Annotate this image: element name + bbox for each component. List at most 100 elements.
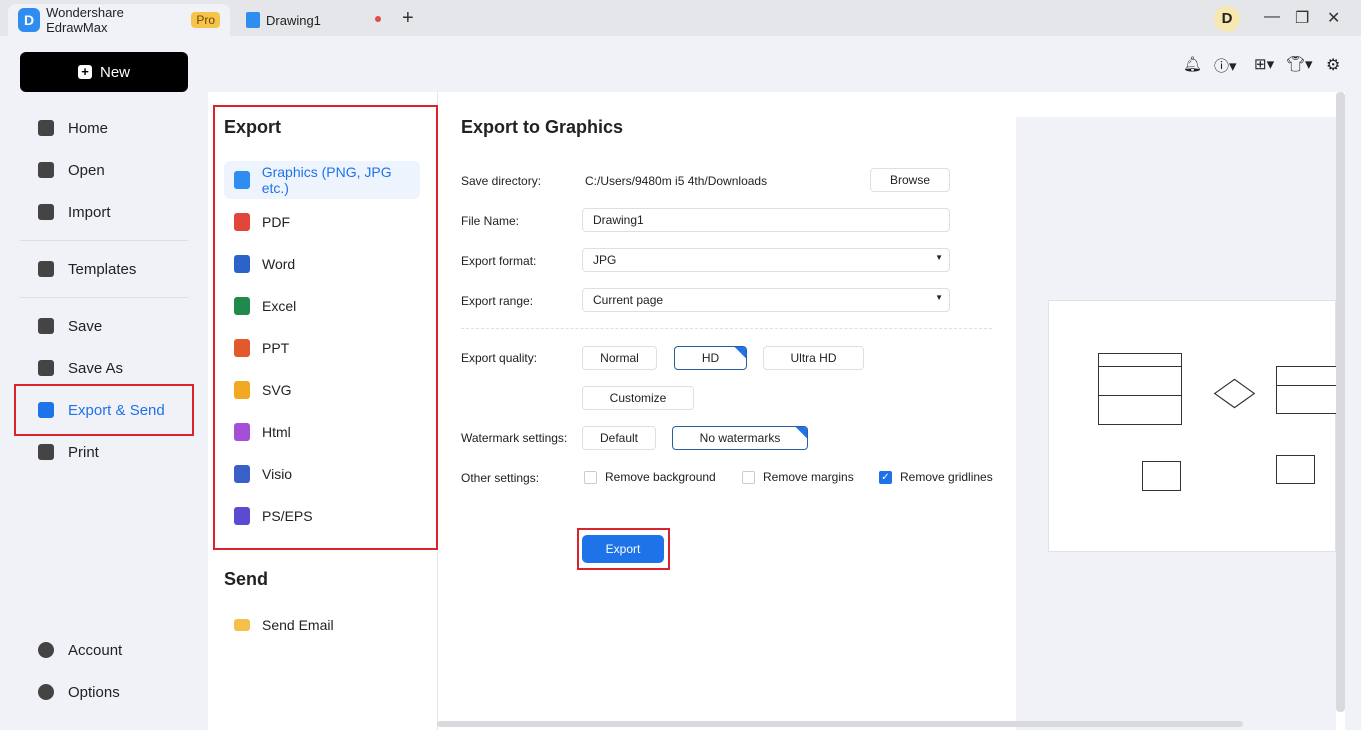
minimize-button[interactable]: — [1264,8,1280,26]
highlight-box [577,528,670,570]
checkbox[interactable] [742,470,755,484]
uml-interface-small-shape [1276,455,1315,484]
label: Other settings: [461,471,540,485]
save-as-icon [38,360,54,376]
value: JPG [593,253,617,267]
uml-interface-shape [1276,366,1338,414]
uml-enumeration-shape [1142,461,1181,491]
options-gear-icon [38,684,54,700]
label: Templates [68,260,137,278]
send-email-item[interactable]: Send Email [224,606,420,644]
divider [461,328,992,329]
save-icon [38,318,54,334]
dropdown-arrow-icon: ▼ [935,253,943,262]
highlight-box [213,105,438,550]
home-icon [38,120,54,136]
export-range-select[interactable]: Current page ▼ [582,288,950,312]
remove-gridlines-checkbox[interactable]: ✓ Remove gridlines [879,470,993,484]
restore-button[interactable]: ❐ [1295,8,1309,28]
diamond-shape [1213,378,1256,409]
account-icon [38,642,54,658]
plus-icon: + [77,65,92,79]
sidebar-item-options[interactable]: Options [38,677,120,707]
sidebar-item-open[interactable]: Open [38,155,105,185]
new-tab-button[interactable]: + [402,7,414,30]
label: Account [68,641,123,659]
sidebar-item-save[interactable]: Save [38,311,102,341]
tab-drawing1[interactable]: Drawing1 [236,4,331,36]
checkbox-checked-icon[interactable]: ✓ [879,470,892,484]
sidebar-item-print[interactable]: Print [38,437,99,467]
label: Save [68,317,103,335]
send-heading: Send [224,569,269,589]
doc-tab-label: Drawing1 [266,12,321,28]
theme-icon[interactable]: 👕︎▾ [1286,55,1313,73]
label: Save As [68,359,124,377]
value: Current page [593,293,664,307]
help-icon[interactable]: ⓘ▾ [1214,55,1237,76]
customize-button[interactable]: Customize [582,386,694,410]
settings-icon[interactable]: ⚙ [1326,55,1340,75]
new-button[interactable]: + New [20,52,188,92]
no-watermarks-button[interactable]: No watermarks [672,426,808,450]
document-icon [246,12,260,28]
label: Export format: [461,254,537,268]
vertical-scrollbar[interactable] [1336,92,1345,712]
checkbox[interactable] [584,470,597,484]
remove-margins-checkbox[interactable]: Remove margins [742,470,854,484]
label: File Name: [461,214,520,228]
sidebar-item-templates[interactable]: Templates [38,254,136,284]
dropdown-arrow-icon: ▼ [935,293,943,302]
sidebar-item-import[interactable]: Import [38,197,111,227]
import-icon [38,204,54,220]
app-title: Wondershare EdrawMax [46,5,124,35]
form-title: Export to Graphics [461,117,624,137]
open-icon [38,162,54,178]
label: No watermarks [699,431,781,445]
edrawmax-logo-icon: D [18,8,41,32]
sidebar-item-home[interactable]: Home [38,113,108,143]
label: Save directory: [461,174,542,188]
avatar[interactable]: D [1214,6,1240,32]
divider [20,240,188,241]
watermark-default-button[interactable]: Default [582,426,656,450]
sidebar-item-account[interactable]: Account [38,635,122,665]
uml-class-shape [1098,353,1182,425]
label: Export quality: [461,351,538,365]
label: Home [68,119,109,137]
browse-button[interactable]: Browse [870,168,950,192]
remove-background-checkbox[interactable]: Remove background [584,470,716,484]
print-icon [38,444,54,460]
preview-page [1048,300,1338,552]
close-button[interactable]: ✕ [1327,8,1340,28]
label: Remove background [605,470,716,484]
label: Options [68,683,120,701]
tab-app[interactable]: D Wondershare EdrawMax Pro [8,4,230,36]
templates-icon [38,261,54,277]
horizontal-scrollbar[interactable] [437,721,1243,727]
label: Print [68,443,99,461]
new-label: New [99,63,130,81]
label: Export range: [461,294,534,308]
quality-hd-button[interactable]: HD [674,346,747,370]
unsaved-dot-icon [375,16,381,22]
apps-icon[interactable]: ⊞▾ [1254,55,1274,73]
divider [20,297,188,298]
quality-normal-button[interactable]: Normal [582,346,657,370]
bell-icon[interactable]: 🔔︎ [1183,55,1202,73]
save-directory-value: C:/Users/9480m i5 4th/Downloads [585,174,768,188]
label: Open [68,161,105,179]
label: Import [68,203,111,221]
pro-badge: Pro [191,12,220,28]
label: Watermark settings: [461,431,568,445]
highlight-box [14,384,194,436]
label: Remove margins [763,470,854,484]
label: Remove gridlines [900,470,993,484]
quality-ultra-hd-button[interactable]: Ultra HD [763,346,864,370]
label: HD [701,351,720,365]
file-name-input[interactable]: Drawing1 [582,208,950,232]
email-icon [234,619,250,631]
sidebar-item-save-as[interactable]: Save As [38,353,123,383]
label: Send Email [262,617,334,633]
export-format-select[interactable]: JPG ▼ [582,248,950,272]
